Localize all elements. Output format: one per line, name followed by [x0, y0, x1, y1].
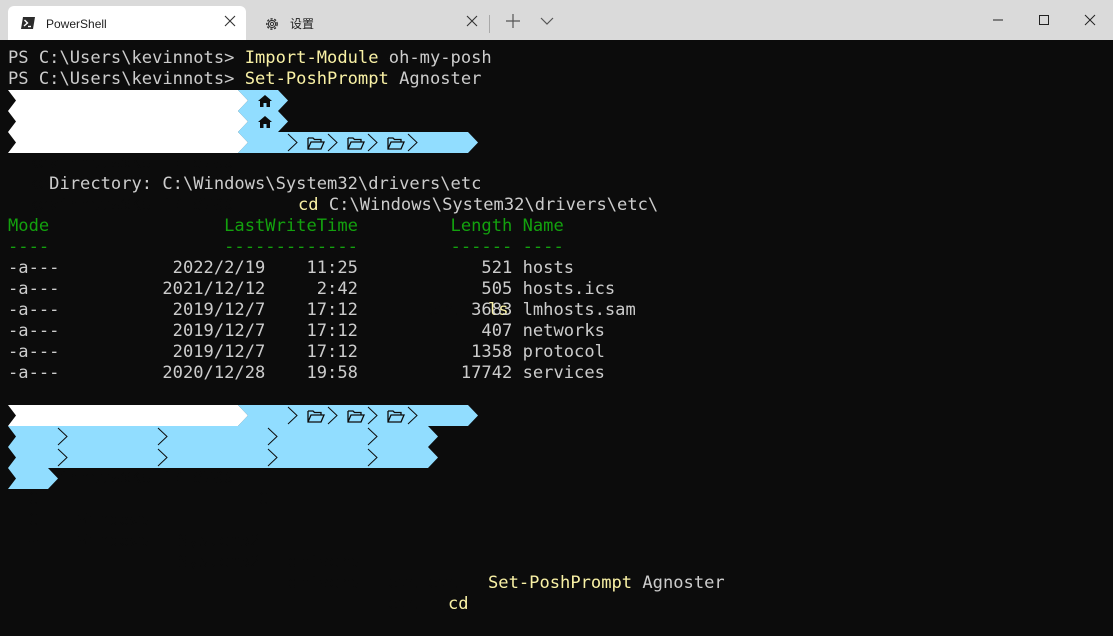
home-icon	[258, 116, 272, 128]
tab-label: 设置	[290, 17, 315, 31]
path-segment-home: ~	[28, 531, 39, 551]
close-tab-icon[interactable]	[224, 15, 236, 27]
directory-heading: Directory: C:\Windows\System32\drivers\e…	[8, 174, 482, 194]
command-text: Import-Module	[244, 48, 379, 68]
command-text: Set-PoshPrompt	[488, 573, 633, 593]
path-segment-etc: etc	[388, 573, 419, 593]
path-segment-etc: etc	[428, 573, 459, 593]
prompt-segments	[8, 90, 288, 111]
command-args: Agnoster	[632, 573, 725, 593]
agnoster-prompt: C: Windows System32 drivers etc cd	[8, 447, 469, 614]
table-row: -a--- 2020/12/28 19:58 17742 services	[8, 363, 605, 383]
agnoster-prompt: ~	[8, 468, 58, 551]
path-segment-drivers: drivers	[288, 552, 361, 572]
table-row: -a--- 2019/12/7 17:12 3683 lmhosts.sam	[8, 300, 636, 320]
command-args: oh-my-posh	[378, 48, 492, 68]
prompt-segments	[8, 405, 478, 426]
powershell-icon	[20, 16, 36, 30]
folder-open-icon	[387, 410, 405, 423]
command-args: Agnoster	[388, 69, 482, 89]
close-window-icon[interactable]	[1080, 10, 1100, 30]
agnoster-prompt: kevinnots@Ks-i7-8700 C: etc ls	[8, 132, 509, 320]
command-args: C:\Windows\System32\drivers\etc\	[318, 195, 659, 215]
command-line: Set-PoshPrompt Agnoster	[488, 573, 725, 594]
minimize-icon[interactable]	[988, 10, 1008, 30]
table-header: Mode LastWriteTime Length Name	[8, 216, 564, 236]
table-header-underline: ---- ------------- ------ ----	[8, 237, 564, 257]
folder-open-icon	[347, 137, 365, 150]
path-segment-drivers: drivers	[288, 573, 361, 593]
prompt-segments	[8, 132, 478, 153]
prompt-segments	[8, 447, 438, 468]
home-icon	[258, 95, 272, 107]
table-row: -a--- 2019/12/7 17:12 1358 protocol	[8, 342, 605, 362]
table-row: -a--- 2021/12/12 2:42 505 hosts.ics	[8, 279, 616, 299]
prompt-segments	[8, 426, 438, 447]
agnoster-prompt: kevinnots@Ks-i7-8700 C: etc Set-PoshProm…	[8, 405, 725, 593]
path-segment-system32: System32	[178, 531, 261, 551]
new-tab-plus-icon[interactable]	[504, 12, 522, 30]
table-row: -a--- 2022/2/19 11:25 521 hosts	[8, 258, 575, 278]
maximize-icon[interactable]	[1034, 10, 1054, 30]
ps-prompt: PS C:\Users\kevinnots>	[8, 69, 245, 89]
folder-open-icon	[307, 410, 325, 423]
path-segment-drive: C:	[258, 489, 279, 509]
agnoster-prompt: kevinnots@Ks-i7-8700 cd C:\Windows\Syste…	[8, 111, 658, 215]
prompt-segments	[8, 468, 58, 489]
command-text: Set-PoshPrompt	[244, 69, 389, 89]
agnoster-prompt: kevinnots@Ks-i7-8700	[8, 90, 288, 173]
gear-icon	[264, 16, 280, 30]
tab-label: PowerShell	[46, 17, 107, 31]
close-tab-icon[interactable]	[466, 15, 478, 27]
path-segment-windows: Windows	[78, 510, 151, 530]
path-segment-system32: System32	[178, 552, 261, 572]
folder-open-icon	[307, 137, 325, 150]
title-bar: PowerShell 设置	[0, 0, 1113, 40]
dropdown-chevron-icon[interactable]	[538, 12, 556, 30]
path-segment-windows: Windows	[78, 531, 151, 551]
terminal-line: PS C:\Users\kevinnots> Set-PoshPrompt Ag…	[8, 69, 481, 90]
prompt-user: kevinnots@Ks-i7-8700	[28, 195, 234, 215]
prompt-user: kevinnots@Ks-i7-8700	[28, 153, 234, 173]
command-line: cd C:\Windows\System32\drivers\etc\	[298, 195, 658, 216]
folder-open-icon	[387, 137, 405, 150]
tab-settings[interactable]: 设置	[252, 6, 488, 40]
ps-prompt: PS C:\Users\kevinnots>	[8, 48, 245, 68]
prompt-segments	[8, 111, 288, 132]
tab-powershell[interactable]: PowerShell	[8, 6, 246, 40]
path-segment-etc: etc	[388, 594, 419, 614]
terminal-line: PS C:\Users\kevinnots> Import-Module oh-…	[8, 48, 492, 69]
command-text: cd	[298, 195, 319, 215]
command-text: cd	[448, 594, 469, 614]
folder-open-icon	[347, 410, 365, 423]
table-row: -a--- 2019/12/7 17:12 407 networks	[8, 321, 605, 341]
agnoster-prompt: C: Windows System32 drivers etc	[8, 426, 438, 593]
tab-divider	[489, 15, 490, 33]
